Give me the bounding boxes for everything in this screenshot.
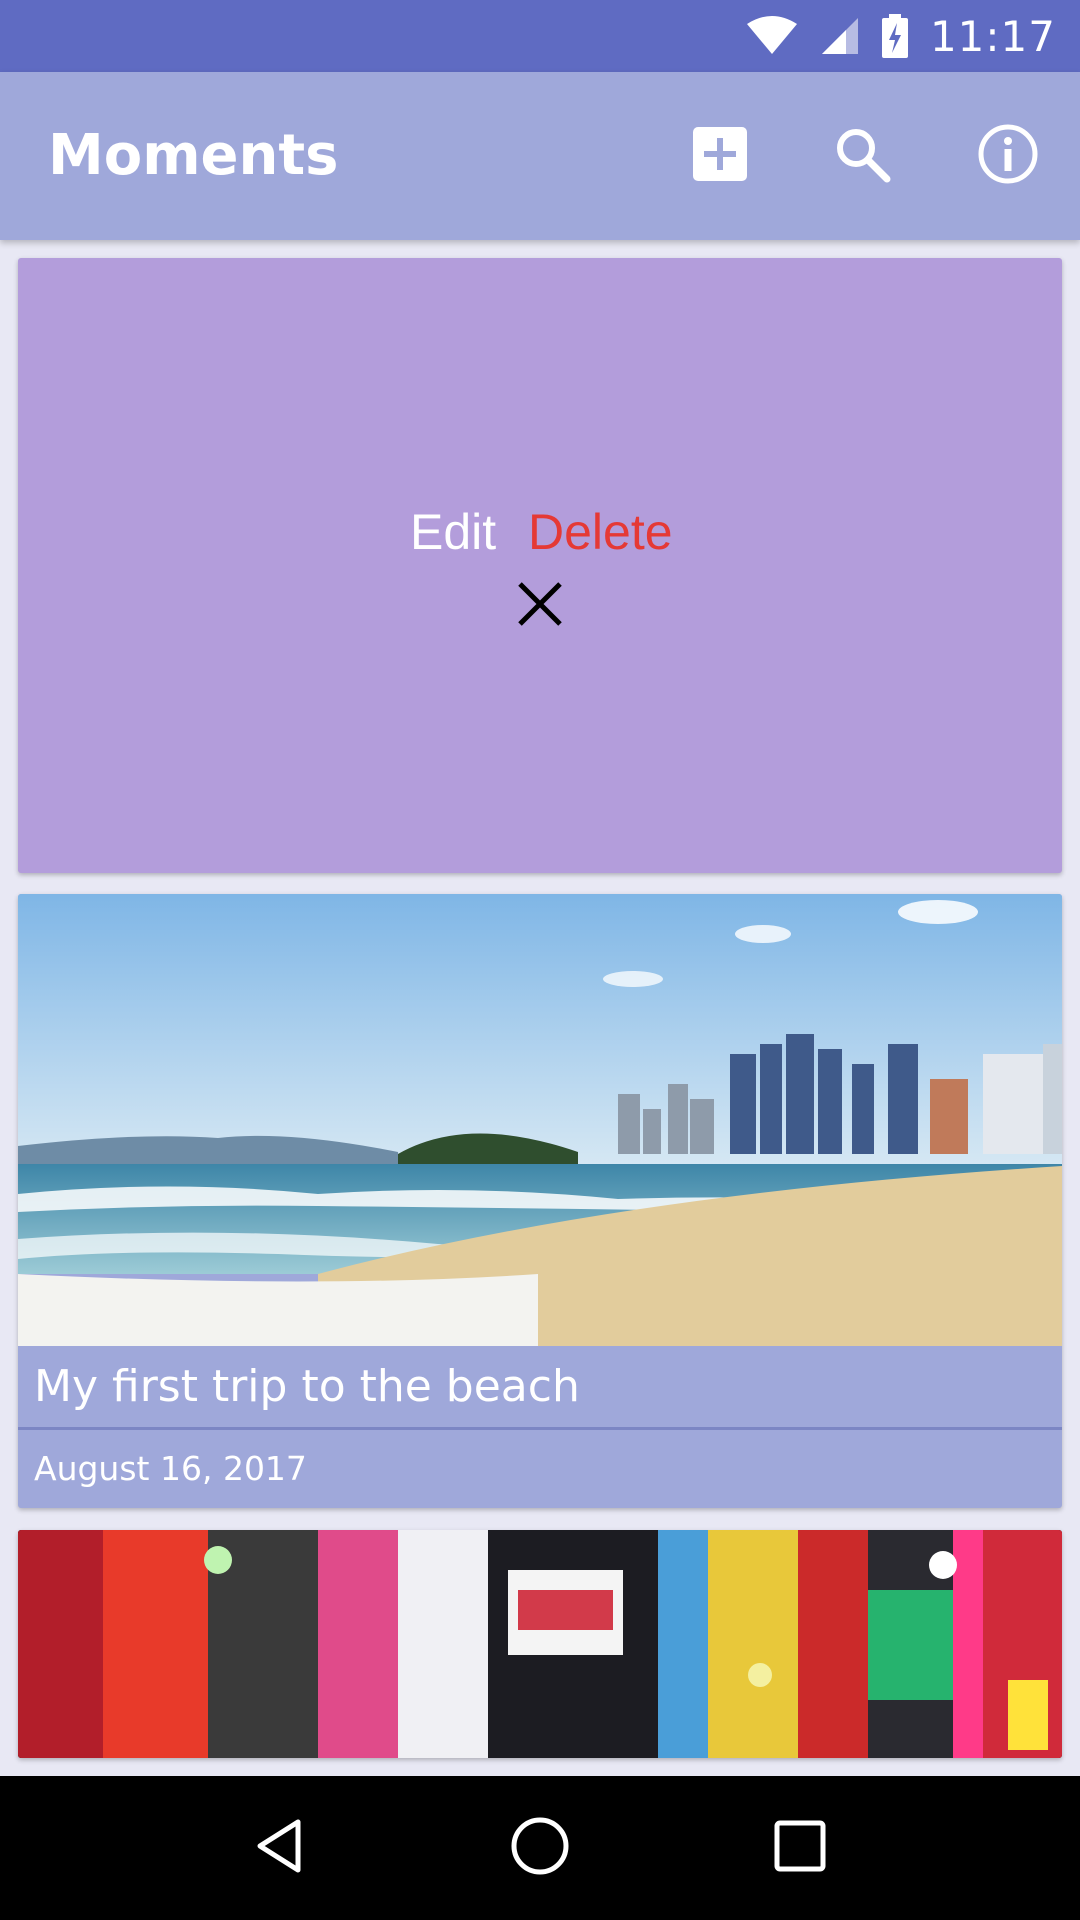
home-button[interactable] bbox=[495, 1803, 585, 1893]
moment-title: My first trip to the beach bbox=[34, 1361, 580, 1412]
cell-signal-icon bbox=[820, 16, 860, 56]
search-button[interactable] bbox=[822, 116, 902, 196]
app-bar: Moments bbox=[0, 72, 1080, 240]
info-button[interactable] bbox=[968, 116, 1048, 196]
navigation-bar bbox=[0, 1776, 1080, 1920]
status-bar: 11:17 bbox=[0, 0, 1080, 72]
moment-card[interactable] bbox=[18, 1530, 1062, 1758]
moment-date: August 16, 2017 bbox=[34, 1449, 307, 1488]
add-box-icon bbox=[692, 126, 748, 187]
back-icon bbox=[250, 1816, 310, 1881]
edit-button[interactable]: Edit bbox=[410, 503, 496, 561]
recents-icon bbox=[773, 1819, 827, 1878]
card-options-overlay: Edit Delete bbox=[18, 258, 1062, 873]
add-button[interactable] bbox=[680, 116, 760, 196]
status-time: 11:17 bbox=[929, 11, 1056, 61]
battery-charging-icon bbox=[881, 14, 908, 58]
search-icon bbox=[833, 125, 891, 188]
back-button[interactable] bbox=[235, 1803, 325, 1893]
app-title: Moments bbox=[48, 123, 339, 188]
delete-button[interactable]: Delete bbox=[528, 503, 673, 561]
info-icon bbox=[977, 123, 1039, 190]
moment-card-options: Edit Delete bbox=[18, 258, 1062, 873]
home-icon bbox=[509, 1815, 571, 1882]
wifi-icon bbox=[746, 16, 798, 56]
beach-photo bbox=[18, 894, 1062, 1346]
moment-card[interactable]: My first trip to the beach August 16, 20… bbox=[18, 894, 1062, 1508]
close-icon[interactable] bbox=[514, 578, 566, 630]
city-night-signs-photo bbox=[18, 1530, 1062, 1758]
recents-button[interactable] bbox=[755, 1803, 845, 1893]
